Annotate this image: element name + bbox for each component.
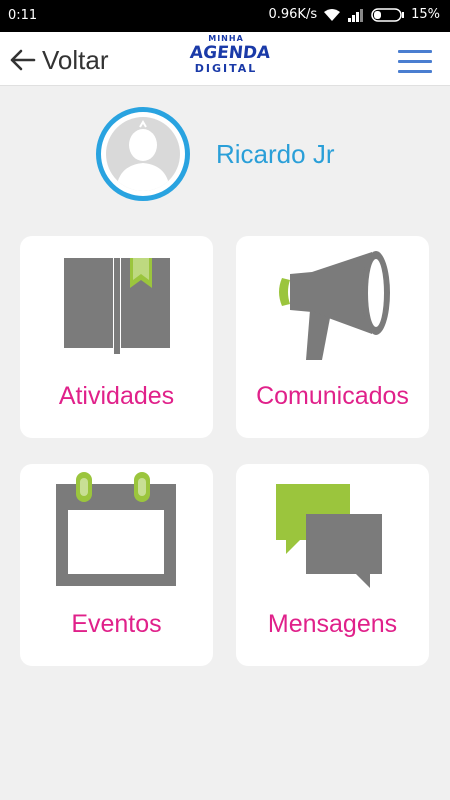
app-logo: MINHA AGENDA DIGITAL — [188, 34, 272, 84]
user-name: Ricardo Jr — [216, 138, 335, 169]
chat-bubbles-icon — [276, 484, 382, 588]
back-label: Voltar — [42, 44, 109, 75]
wifi-icon — [324, 8, 341, 21]
network-speed: 0.96K/s — [268, 7, 318, 22]
status-bar: 0:11 0.96K/s 15% — [0, 0, 450, 32]
user-silhouette-icon — [116, 120, 170, 191]
back-button[interactable]: Voltar — [8, 44, 109, 76]
profile-header: Ricardo Jr — [96, 107, 396, 201]
megaphone-icon — [279, 251, 390, 360]
card-label-atividades: Atividades — [58, 382, 175, 410]
status-time: 0:11 — [8, 8, 38, 23]
calendar-icon — [56, 472, 176, 586]
card-label-comunicados: Comunicados — [256, 382, 409, 410]
battery-icon — [371, 7, 405, 22]
status-icons: 0.96K/s 15% — [268, 7, 440, 22]
book-icon — [64, 258, 170, 354]
card-label-mensagens: Mensagens — [267, 610, 398, 638]
arrow-left-icon — [10, 49, 36, 71]
card-mensagens[interactable]: Mensagens — [236, 464, 429, 666]
logo-line-2: AGENDA — [188, 43, 272, 63]
card-comunicados[interactable]: Comunicados — [236, 236, 429, 438]
signal-icon — [348, 8, 364, 22]
logo-line-3: DIGITAL — [194, 62, 258, 75]
card-eventos[interactable]: Eventos — [20, 464, 213, 666]
app-bar: Voltar MINHA AGENDA DIGITAL — [0, 32, 450, 86]
battery-percent: 15% — [411, 7, 440, 22]
card-atividades[interactable]: Atividades — [20, 236, 213, 438]
card-label-eventos: Eventos — [71, 610, 162, 638]
avatar[interactable] — [96, 107, 190, 201]
hamburger-menu-icon[interactable] — [398, 50, 432, 74]
